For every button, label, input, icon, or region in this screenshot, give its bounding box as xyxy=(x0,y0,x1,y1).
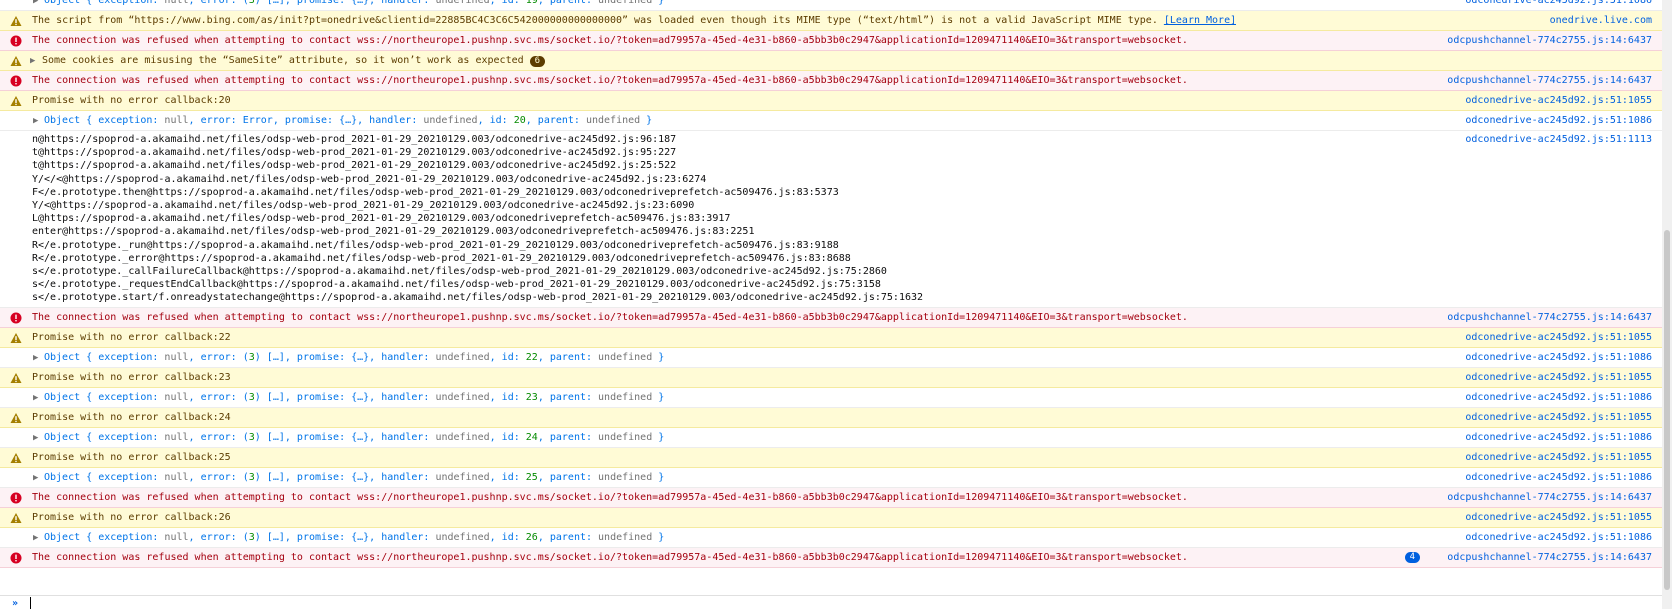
log-message-row: ▶ Object { exception: null, error: (3) […… xyxy=(0,527,1662,548)
warning-icon xyxy=(10,512,22,524)
message-text: The script from “https://www.bing.com/as… xyxy=(32,15,1237,26)
warning-message-row: Promise with no error callback:20 odconed… xyxy=(0,91,1662,111)
message-text: Object { exception: null, error: (3) […]… xyxy=(44,391,665,403)
console-input-row[interactable]: » xyxy=(0,595,1662,610)
source-location-link[interactable]: odcpushchannel-774c2755.js:14:6437 xyxy=(1447,75,1652,87)
message-text: Promise with no error callback:25 xyxy=(32,451,231,463)
source-location-link[interactable]: odconedrive-ac245d92.js:51:1086 xyxy=(1465,0,1652,7)
error-icon xyxy=(10,492,22,504)
message-text: The connection was refused when attempti… xyxy=(32,551,1188,563)
expand-triangle-icon[interactable]: ▶ xyxy=(30,55,35,67)
message-text: Object { exception: null, error: (3) […]… xyxy=(44,531,665,543)
stack-trace-lines: n@https://spoprod-a.akamaihd.net/files/o… xyxy=(32,134,924,304)
message-text: Promise with no error callback:24 xyxy=(32,411,231,423)
error-message-row: The connection was refused when attempti… xyxy=(0,547,1662,568)
message-text: Object { exception: null, error: (3) […]… xyxy=(44,0,665,6)
warning-message-row: Promise with no error callback:25 odconed… xyxy=(0,447,1662,468)
log-message-row: ▶ Object { exception: null, error: (3) […… xyxy=(0,387,1662,408)
text-caret xyxy=(30,597,31,609)
source-location-link[interactable]: odcpushchannel-774c2755.js:14:6437 xyxy=(1447,312,1652,324)
error-message-row: The connection was refused when attempti… xyxy=(0,31,1662,51)
scrollbar[interactable] xyxy=(1662,0,1672,609)
message-text: Promise with no error callback:23 xyxy=(32,371,231,383)
warning-icon xyxy=(10,15,22,27)
source-location-link[interactable]: odconedrive-ac245d92.js:51:1055 xyxy=(1465,372,1652,384)
warning-message-row: Promise with no error callback:23 odconed… xyxy=(0,367,1662,388)
message-text: Object { exception: null, error: (3) […]… xyxy=(44,471,665,483)
expand-triangle-icon[interactable]: ▶ xyxy=(33,532,38,544)
warning-icon xyxy=(10,372,22,384)
warning-message-row: Promise with no error callback:24 odconed… xyxy=(0,407,1662,428)
repeat-count-badge: 4 xyxy=(1404,551,1420,563)
warning-icon xyxy=(10,412,22,424)
source-location-link[interactable]: odconedrive-ac245d92.js:51:1086 xyxy=(1465,432,1652,444)
error-icon xyxy=(10,552,22,564)
source-location-link[interactable]: odconedrive-ac245d92.js:51:1113 xyxy=(1465,134,1652,146)
message-text: The connection was refused when attempti… xyxy=(32,75,1188,86)
expand-triangle-icon[interactable]: ▶ xyxy=(33,472,38,484)
expand-triangle-icon[interactable]: ▶ xyxy=(33,115,38,127)
error-message-row: The connection was refused when attempti… xyxy=(0,71,1662,91)
scrollbar-thumb[interactable] xyxy=(1664,230,1670,590)
source-location-link[interactable]: odconedrive-ac245d92.js:51:1055 xyxy=(1465,95,1652,107)
warning-message-row: The script from “https://www.bing.com/as… xyxy=(0,11,1662,31)
message-text: The connection was refused when attempti… xyxy=(32,311,1188,323)
error-message-row: The connection was refused when attempti… xyxy=(0,307,1662,328)
source-location-link[interactable]: odconedrive-ac245d92.js:51:1086 xyxy=(1465,472,1652,484)
error-message-row: The connection was refused when attempti… xyxy=(0,487,1662,508)
learn-more-link[interactable]: [Learn More] xyxy=(1164,15,1236,26)
stack-trace: n@https://spoprod-a.akamaihd.net/files/o… xyxy=(0,131,1662,308)
log-message-row: ▶ Object { exception: null, error: (3) […… xyxy=(0,467,1662,488)
message-text: Some cookies are misusing the “SameSite”… xyxy=(42,55,546,67)
source-location-link[interactable]: odcpushchannel-774c2755.js:14:6437 xyxy=(1447,552,1652,564)
console-output: ▶ Object { exception: null, error: (3) […… xyxy=(0,0,1662,568)
message-count-badge: 6 xyxy=(529,56,546,67)
expand-triangle-icon[interactable]: ▶ xyxy=(33,392,38,404)
source-location-link[interactable]: odconedrive-ac245d92.js:51:1086 xyxy=(1465,352,1652,364)
message-text: Promise with no error callback:26 xyxy=(32,511,231,523)
log-message-row: ▶ Object { exception: null, error: Error,… xyxy=(0,111,1662,131)
message-text: The connection was refused when attempti… xyxy=(32,491,1188,503)
source-location-link[interactable]: odcpushchannel-774c2755.js:14:6437 xyxy=(1447,492,1652,504)
source-location-link[interactable]: odconedrive-ac245d92.js:51:1055 xyxy=(1465,332,1652,344)
message-text: Object { exception: null, error: Error, … xyxy=(44,115,653,126)
source-location-link[interactable]: odconedrive-ac245d92.js:51:1055 xyxy=(1465,452,1652,464)
source-location-link[interactable]: onedrive.live.com xyxy=(1550,15,1652,27)
warning-icon xyxy=(10,55,22,67)
source-location-link[interactable]: odconedrive-ac245d92.js:51:1055 xyxy=(1465,412,1652,424)
source-location-link[interactable]: odconedrive-ac245d92.js:51:1086 xyxy=(1465,115,1652,127)
expand-triangle-icon[interactable]: ▶ xyxy=(33,432,38,444)
message-text: Promise with no error callback:22 xyxy=(32,331,231,343)
expand-triangle-icon[interactable]: ▶ xyxy=(33,352,38,364)
message-text: Object { exception: null, error: (3) […]… xyxy=(44,351,665,363)
source-location-link[interactable]: odconedrive-ac245d92.js:51:1086 xyxy=(1465,532,1652,544)
log-message-row: ▶ Object { exception: null, error: (3) […… xyxy=(0,347,1662,368)
error-icon xyxy=(10,75,22,87)
log-message-row: ▶ Object { exception: null, error: (3) […… xyxy=(0,427,1662,448)
warning-message-row: Promise with no error callback:22 odconed… xyxy=(0,327,1662,348)
expand-triangle-icon[interactable]: ▶ xyxy=(33,0,38,7)
message-text: The connection was refused when attempti… xyxy=(32,35,1188,46)
message-text: Object { exception: null, error: (3) […]… xyxy=(44,431,665,443)
warning-message-row: ▶ Some cookies are misusing the “SameSite… xyxy=(0,51,1662,71)
prompt-chevron-icon: » xyxy=(12,598,19,609)
message-text: Promise with no error callback:20 xyxy=(32,95,231,106)
source-location-link[interactable]: odconedrive-ac245d92.js:51:1086 xyxy=(1465,392,1652,404)
error-icon xyxy=(10,35,22,47)
log-message-row: ▶ Object { exception: null, error: (3) […… xyxy=(0,0,1662,11)
warning-icon xyxy=(10,95,22,107)
warning-icon xyxy=(10,332,22,344)
error-icon xyxy=(10,312,22,324)
source-location-link[interactable]: odcpushchannel-774c2755.js:14:6437 xyxy=(1447,35,1652,47)
warning-message-row: Promise with no error callback:26 odconed… xyxy=(0,507,1662,528)
source-location-link[interactable]: odconedrive-ac245d92.js:51:1055 xyxy=(1465,512,1652,524)
warning-icon xyxy=(10,452,22,464)
